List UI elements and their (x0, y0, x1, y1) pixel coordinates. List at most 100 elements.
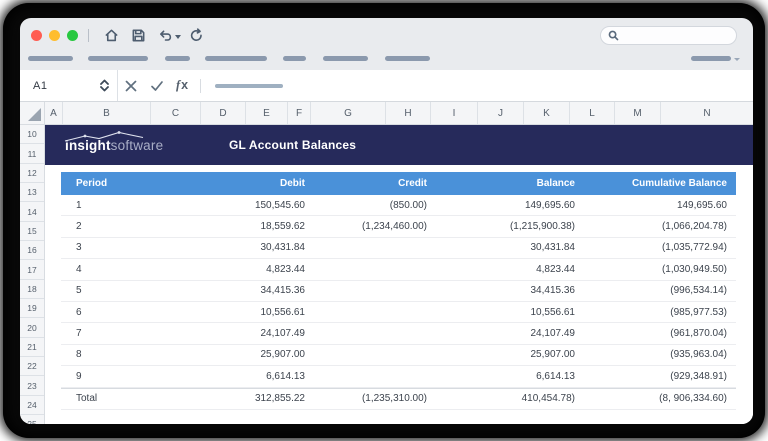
row-header-16[interactable]: 16 (20, 241, 44, 260)
row-header-19[interactable]: 19 (20, 299, 44, 318)
menu-item-placeholder[interactable] (323, 56, 368, 61)
column-header-M[interactable]: M (615, 102, 661, 124)
table-cell[interactable]: 150,545.60 (151, 200, 309, 211)
name-box[interactable]: A1 (20, 70, 118, 101)
table-cell[interactable]: 1 (61, 200, 151, 211)
table-cell[interactable]: 3 (61, 242, 151, 253)
table-cell[interactable]: (1,235,310.00) (309, 393, 431, 404)
column-header-G[interactable]: G (311, 102, 386, 124)
table-cell[interactable]: 25,907.00 (431, 349, 579, 360)
table-cell[interactable]: 25,907.00 (151, 349, 309, 360)
column-header-I[interactable]: I (431, 102, 478, 124)
row-header-14[interactable]: 14 (20, 202, 44, 221)
row-header-18[interactable]: 18 (20, 280, 44, 299)
column-header-L[interactable]: L (570, 102, 615, 124)
table-cell[interactable]: 6,614.13 (431, 371, 579, 382)
row-header-17[interactable]: 17 (20, 260, 44, 279)
row-header-20[interactable]: 20 (20, 318, 44, 337)
table-cell[interactable]: (1,215,900.38) (431, 221, 579, 232)
table-cell[interactable]: (996,534.14) (579, 285, 736, 296)
table-header-cell[interactable]: Balance (431, 178, 579, 189)
table-cell[interactable]: (985,977.53) (579, 307, 736, 318)
table-cell[interactable]: 9 (61, 371, 151, 382)
table-cell[interactable]: 6 (61, 307, 151, 318)
table-cell[interactable]: 24,107.49 (151, 328, 309, 339)
table-cell[interactable]: 2 (61, 221, 151, 232)
menu-item-placeholder[interactable] (691, 56, 731, 61)
table-cell[interactable]: (935,963.04) (579, 349, 736, 360)
minimize-window-button[interactable] (49, 30, 60, 41)
row-header-12[interactable]: 12 (20, 164, 44, 183)
table-cell[interactable]: (1,066,204.78) (579, 221, 736, 232)
table-cell[interactable]: 8 (61, 349, 151, 360)
menu-item-placeholder[interactable] (205, 56, 267, 61)
table-cell[interactable]: 18,559.62 (151, 221, 309, 232)
column-header-J[interactable]: J (478, 102, 524, 124)
row-header-22[interactable]: 22 (20, 357, 44, 376)
zoom-window-button[interactable] (67, 30, 78, 41)
home-icon[interactable] (104, 28, 119, 43)
table-cell[interactable]: 24,107.49 (431, 328, 579, 339)
table-header-cell[interactable]: Cumulative Balance (579, 178, 736, 189)
table-cell[interactable]: Total (61, 393, 151, 404)
column-header-A[interactable]: A (45, 102, 63, 124)
column-header-C[interactable]: C (151, 102, 201, 124)
table-cell[interactable]: (8, 906,334.60) (579, 393, 736, 404)
table-cell[interactable]: (850.00) (309, 200, 431, 211)
cell-stepper[interactable] (100, 79, 109, 92)
sheet-cells[interactable]: insightsoftware GL Account Balances Peri… (45, 125, 753, 424)
insert-function-icon[interactable]: fx (176, 78, 188, 93)
menu-item-placeholder[interactable] (88, 56, 148, 61)
menu-caret-icon[interactable] (734, 58, 740, 61)
table-cell[interactable]: 4 (61, 264, 151, 275)
row-header-10[interactable]: 10 (20, 125, 44, 144)
cancel-entry-icon[interactable] (124, 79, 138, 93)
confirm-entry-icon[interactable] (150, 79, 164, 93)
table-cell[interactable]: 30,431.84 (431, 242, 579, 253)
table-cell[interactable]: 6,614.13 (151, 371, 309, 382)
column-header-K[interactable]: K (524, 102, 570, 124)
table-cell[interactable]: 30,431.84 (151, 242, 309, 253)
formula-content-placeholder[interactable] (215, 84, 283, 88)
table-cell[interactable]: 4,823.44 (431, 264, 579, 275)
table-cell[interactable]: (1,030,949.50) (579, 264, 736, 275)
column-header-B[interactable]: B (63, 102, 151, 124)
save-icon[interactable] (131, 28, 146, 43)
cell-reference[interactable]: A1 (33, 80, 47, 92)
select-all-corner[interactable] (20, 102, 45, 124)
undo-button[interactable] (152, 28, 183, 43)
column-header-E[interactable]: E (246, 102, 288, 124)
table-header-cell[interactable]: Credit (309, 178, 431, 189)
table-cell[interactable]: 149,695.60 (579, 200, 736, 211)
menu-item-placeholder[interactable] (283, 56, 306, 61)
column-header-F[interactable]: F (288, 102, 311, 124)
row-header-15[interactable]: 15 (20, 222, 44, 241)
table-cell[interactable]: 4,823.44 (151, 264, 309, 275)
table-cell[interactable]: 10,556.61 (431, 307, 579, 318)
row-header-11[interactable]: 11 (20, 144, 44, 163)
table-cell[interactable]: (961,870.04) (579, 328, 736, 339)
search-input[interactable] (600, 26, 737, 45)
redo-refresh-icon[interactable] (189, 28, 204, 43)
table-header-cell[interactable]: Period (61, 178, 151, 189)
column-header-N[interactable]: N (661, 102, 753, 124)
table-cell[interactable]: (1,035,772.94) (579, 242, 736, 253)
menu-item-placeholder[interactable] (385, 56, 430, 61)
row-header-13[interactable]: 13 (20, 183, 44, 202)
table-cell[interactable]: 7 (61, 328, 151, 339)
table-cell[interactable]: (929,348.91) (579, 371, 736, 382)
close-window-button[interactable] (31, 30, 42, 41)
table-cell[interactable]: 34,415.36 (151, 285, 309, 296)
table-cell[interactable]: 312,855.22 (151, 393, 309, 404)
row-header-24[interactable]: 24 (20, 396, 44, 415)
column-header-D[interactable]: D (201, 102, 246, 124)
table-cell[interactable]: 149,695.60 (431, 200, 579, 211)
undo-dropdown-caret[interactable] (175, 35, 181, 39)
menu-item-placeholder[interactable] (165, 56, 190, 61)
table-cell[interactable]: 10,556.61 (151, 307, 309, 318)
row-header-21[interactable]: 21 (20, 338, 44, 357)
table-cell[interactable]: 410,454.78) (431, 393, 579, 404)
table-cell[interactable]: 5 (61, 285, 151, 296)
table-header-cell[interactable]: Debit (151, 178, 309, 189)
column-header-H[interactable]: H (386, 102, 431, 124)
